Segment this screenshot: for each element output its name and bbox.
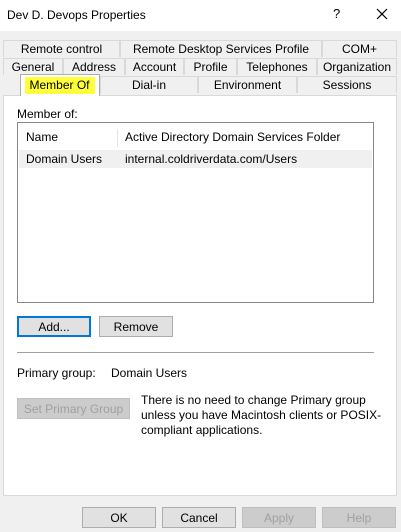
tab-dial-in[interactable]: Dial-in: [100, 76, 198, 93]
column-header-folder[interactable]: Active Directory Domain Services Folder: [118, 127, 368, 147]
help-icon[interactable]: ?: [333, 6, 340, 21]
cancel-button[interactable]: Cancel: [162, 507, 236, 528]
add-button[interactable]: Add...: [17, 316, 91, 337]
primary-group-label: Primary group:: [17, 366, 96, 380]
help-button[interactable]: Help: [322, 507, 396, 528]
list-header: Name Active Directory Domain Services Fo…: [19, 127, 372, 147]
remove-button[interactable]: Remove: [99, 316, 173, 337]
window-title: Dev D. Devops Properties: [7, 8, 146, 22]
tab-telephones[interactable]: Telephones: [237, 58, 317, 75]
close-icon[interactable]: [372, 4, 392, 24]
set-primary-group-button[interactable]: Set Primary Group: [17, 398, 130, 419]
member-of-label: Member of:: [17, 107, 78, 121]
table-row[interactable]: Domain Users internal.coldriverdata.com/…: [19, 150, 372, 168]
tab-sessions[interactable]: Sessions: [297, 76, 397, 93]
primary-group-note: There is no need to change Primary group…: [141, 393, 382, 437]
tab-com-plus[interactable]: COM+: [322, 40, 397, 57]
apply-button[interactable]: Apply: [242, 507, 316, 528]
tab-account[interactable]: Account: [125, 58, 184, 75]
row-folder-cell: internal.coldriverdata.com/Users: [125, 152, 298, 166]
column-header-name[interactable]: Name: [19, 127, 117, 147]
primary-group-value: Domain Users: [111, 366, 188, 380]
tab-environment[interactable]: Environment: [198, 76, 297, 93]
divider: [17, 352, 374, 353]
tab-member-of[interactable]: Member Of: [20, 74, 100, 96]
tab-profile[interactable]: Profile: [184, 58, 237, 75]
tab-general[interactable]: General: [3, 58, 63, 75]
tab-remote-desktop-services-profile[interactable]: Remote Desktop Services Profile: [120, 40, 322, 57]
tab-member-of-label: Member Of: [25, 77, 95, 94]
row-name-cell: Domain Users: [26, 152, 103, 166]
tab-organization[interactable]: Organization: [317, 58, 397, 75]
title-bar: Dev D. Devops Properties ?: [0, 0, 401, 31]
member-of-list[interactable]: Name Active Directory Domain Services Fo…: [17, 122, 374, 303]
tab-remote-control[interactable]: Remote control: [3, 40, 120, 57]
ok-button[interactable]: OK: [82, 507, 156, 528]
tab-address[interactable]: Address: [63, 58, 125, 75]
